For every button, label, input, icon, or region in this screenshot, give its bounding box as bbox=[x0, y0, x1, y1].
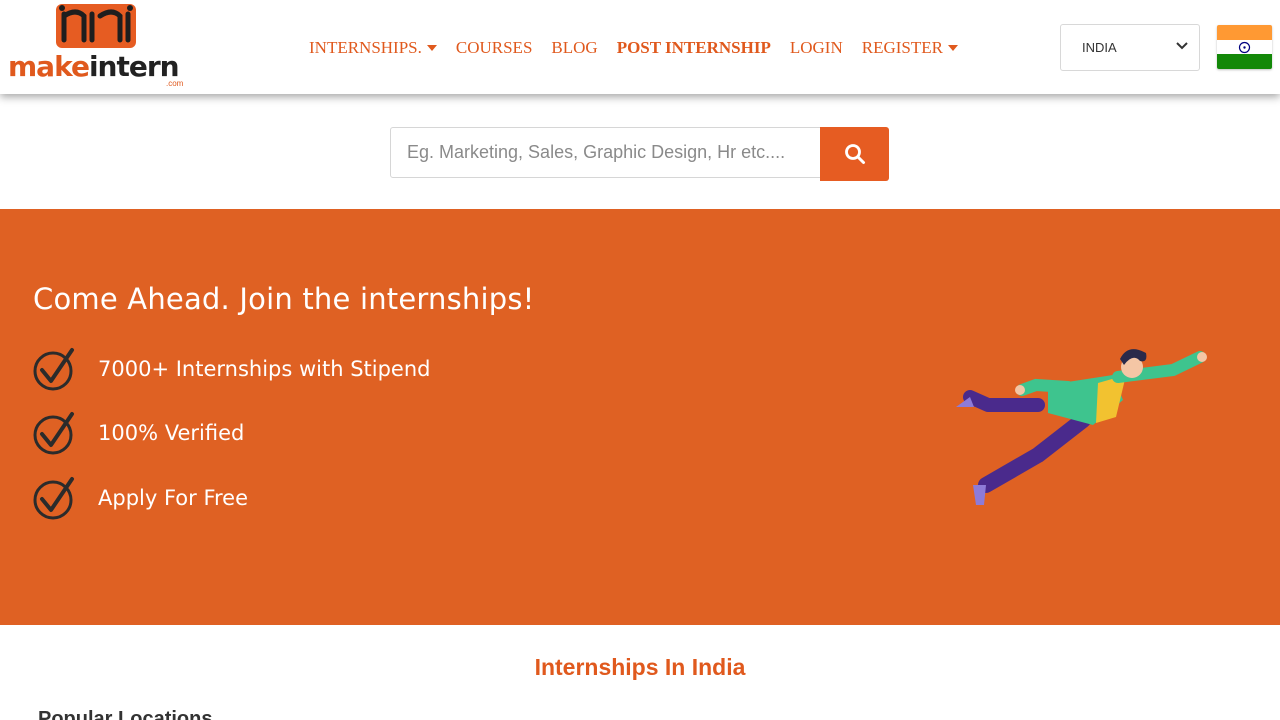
search-input[interactable] bbox=[390, 127, 821, 178]
feature-item: 7000+ Internships with Stipend bbox=[32, 346, 431, 392]
makeintern-logo[interactable]: makeintern .com bbox=[6, 0, 196, 92]
nav-item-label: REGISTER bbox=[861, 38, 943, 57]
feature-text: 100% Verified bbox=[98, 421, 245, 445]
site-header: makeintern .com INTERNSHIPS. COURSES BLOG P… bbox=[0, 0, 1280, 94]
logo-dotcom: .com bbox=[166, 79, 184, 88]
caret-down-icon bbox=[947, 45, 958, 51]
search-icon bbox=[844, 144, 865, 164]
nav-item-label: LOGIN bbox=[789, 38, 843, 57]
nav-item-internships[interactable]: INTERNSHIPS. bbox=[309, 38, 437, 58]
search-button[interactable] bbox=[820, 127, 889, 181]
checkmark-circle-icon bbox=[33, 348, 74, 391]
logo-mark-icon bbox=[56, 4, 136, 48]
checkmark-circle-icon bbox=[33, 412, 74, 455]
nav-item-label: POST INTERNSHIP bbox=[616, 38, 771, 57]
popular-locations-heading: Popular Locations bbox=[38, 708, 213, 720]
checkmark-circle-icon bbox=[33, 477, 74, 520]
caret-down-icon bbox=[426, 45, 437, 51]
nav-item-login[interactable]: LOGIN bbox=[790, 38, 843, 58]
main-nav: INTERNSHIPS. COURSES BLOG POST INTERNSHIP LO… bbox=[309, 38, 977, 58]
nav-item-label: INTERNSHIPS. bbox=[309, 38, 422, 57]
nav-item-courses[interactable]: COURSES bbox=[456, 38, 533, 58]
nav-item-blog[interactable]: BLOG bbox=[551, 38, 597, 58]
nav-item-post-internship[interactable]: POST INTERNSHIP bbox=[617, 38, 771, 58]
feature-text: Apply For Free bbox=[98, 486, 249, 510]
hero-title: Come Ahead. Join the internships! bbox=[33, 282, 535, 316]
feature-item: 100% Verified bbox=[32, 410, 244, 456]
nav-item-label: BLOG bbox=[551, 38, 598, 57]
india-flag-icon[interactable] bbox=[1217, 25, 1272, 69]
nav-item-label: COURSES bbox=[455, 38, 533, 57]
country-selected-value: INDIA bbox=[1082, 40, 1117, 55]
flying-person-illustration bbox=[956, 349, 1207, 505]
chevron-down-icon bbox=[1176, 42, 1188, 50]
logo-wordmark: makeintern bbox=[8, 50, 180, 83]
country-select[interactable]: INDIA bbox=[1060, 24, 1200, 71]
nav-item-register[interactable]: REGISTER bbox=[862, 38, 958, 58]
section-title: Internships In India bbox=[534, 654, 746, 680]
feature-text: 7000+ Internships with Stipend bbox=[98, 357, 431, 381]
feature-item: Apply For Free bbox=[32, 475, 248, 521]
hero-banner: Come Ahead. Join the internships! 7000+ … bbox=[0, 209, 1280, 625]
